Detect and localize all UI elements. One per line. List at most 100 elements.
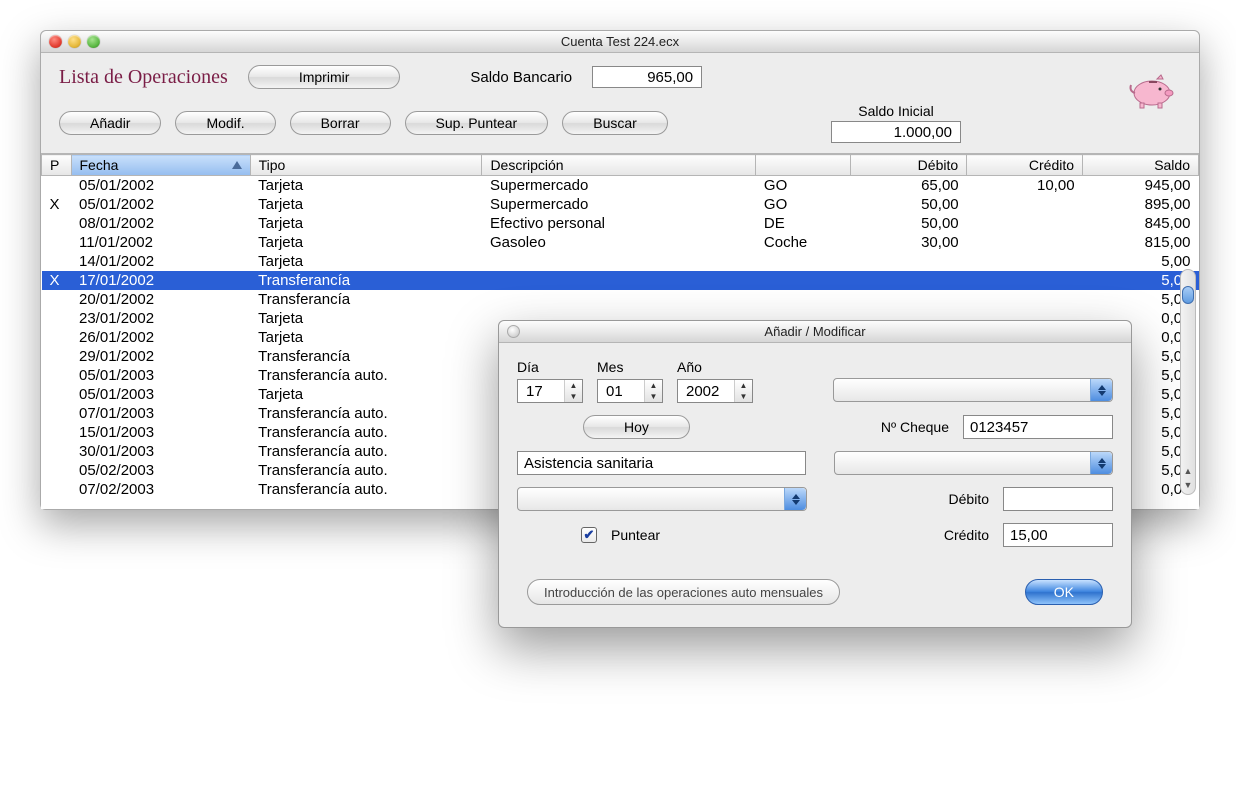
cell-p — [42, 480, 72, 499]
stepper-down-icon[interactable]: ▼ — [735, 391, 752, 402]
type-dropdown[interactable] — [833, 378, 1113, 402]
year-label: Año — [677, 359, 702, 375]
cell-desc: Gasoleo — [482, 233, 756, 252]
cell-tipo: Tarjeta — [250, 233, 482, 252]
vertical-scrollbar[interactable]: ▲ ▼ — [1180, 269, 1196, 495]
table-row[interactable]: 08/01/2002TarjetaEfectivo personalDE50,0… — [42, 214, 1199, 233]
cell-desc: Efectivo personal — [482, 214, 756, 233]
cell-p — [42, 385, 72, 404]
monthly-ops-button[interactable]: Introducción de las operaciones auto men… — [527, 579, 840, 605]
cell-tipo: Tarjeta — [250, 385, 482, 404]
dropdown-arrows-icon — [784, 488, 806, 510]
cell-cat: Coche — [756, 233, 851, 252]
col-saldo[interactable]: Saldo — [1083, 155, 1199, 176]
col-credito[interactable]: Crédito — [967, 155, 1083, 176]
dialog-title: Añadir / Modificar — [499, 324, 1131, 339]
col-descripcion[interactable]: Descripción — [482, 155, 756, 176]
col-cat[interactable] — [756, 155, 851, 176]
cell-p — [42, 347, 72, 366]
cell-fecha: 05/01/2003 — [71, 385, 250, 404]
print-button[interactable]: Imprimir — [248, 65, 401, 89]
table-row[interactable]: 05/01/2002TarjetaSupermercadoGO65,0010,0… — [42, 176, 1199, 196]
col-debito[interactable]: Débito — [851, 155, 967, 176]
cell-fecha: 17/01/2002 — [71, 271, 250, 290]
category-dropdown[interactable] — [834, 451, 1113, 475]
cell-p — [42, 442, 72, 461]
table-row[interactable]: 11/01/2002TarjetaGasoleoCoche30,00815,00 — [42, 233, 1199, 252]
delete-button[interactable]: Borrar — [290, 111, 391, 135]
dialog-titlebar[interactable]: Añadir / Modificar — [499, 321, 1131, 343]
month-label: Mes — [597, 359, 623, 375]
cell-saldo: 945,00 — [1083, 176, 1199, 196]
day-label: Día — [517, 359, 539, 375]
sup-puntear-button[interactable]: Sup. Puntear — [405, 111, 549, 135]
cell-p — [42, 290, 72, 309]
cell-cred — [967, 233, 1083, 252]
modify-button[interactable]: Modif. — [175, 111, 275, 135]
cell-tipo: Transferancía auto. — [250, 366, 482, 385]
debit-input[interactable] — [1003, 487, 1113, 511]
subcategory-dropdown[interactable] — [517, 487, 807, 511]
cell-fecha: 07/02/2003 — [71, 480, 250, 499]
cell-saldo: 815,00 — [1083, 233, 1199, 252]
puntear-checkbox[interactable]: ✔ — [581, 527, 597, 543]
year-stepper[interactable]: ▲▼ — [677, 379, 753, 403]
cell-cred — [967, 214, 1083, 233]
cell-desc: Supermercado — [482, 176, 756, 196]
col-p[interactable]: P — [42, 155, 72, 176]
cell-tipo: Transferancía — [250, 347, 482, 366]
cell-cat: GO — [756, 176, 851, 196]
cell-desc — [482, 290, 756, 309]
month-input[interactable] — [604, 382, 644, 401]
table-row[interactable]: X17/01/2002Transferancía5,00 — [42, 271, 1199, 290]
dialog-close-icon[interactable] — [507, 325, 520, 338]
scroll-up-icon[interactable]: ▲ — [1183, 464, 1193, 478]
piggybank-icon — [1125, 71, 1179, 114]
stepper-up-icon[interactable]: ▲ — [645, 380, 662, 391]
cell-tipo: Transferancía — [250, 271, 482, 290]
today-button[interactable]: Hoy — [583, 415, 690, 439]
table-row[interactable]: X05/01/2002TarjetaSupermercadoGO50,00895… — [42, 195, 1199, 214]
close-icon[interactable] — [49, 35, 62, 48]
stepper-up-icon[interactable]: ▲ — [735, 380, 752, 391]
zoom-icon[interactable] — [87, 35, 100, 48]
minimize-icon[interactable] — [68, 35, 81, 48]
cheque-input[interactable] — [963, 415, 1113, 439]
credit-input[interactable] — [1003, 523, 1113, 547]
day-stepper[interactable]: ▲▼ — [517, 379, 583, 403]
ok-button[interactable]: OK — [1025, 579, 1103, 605]
initial-balance-value[interactable]: 1.000,00 — [831, 121, 961, 143]
cell-cat — [756, 252, 851, 271]
search-button[interactable]: Buscar — [562, 111, 668, 135]
col-fecha[interactable]: Fecha — [71, 155, 250, 176]
add-modify-dialog: Añadir / Modificar Día ▲▼ Mes ▲▼ Año — [498, 320, 1132, 628]
description-input[interactable] — [517, 451, 806, 475]
table-row[interactable]: 14/01/2002Tarjeta5,00 — [42, 252, 1199, 271]
cell-deb: 65,00 — [851, 176, 967, 196]
stepper-down-icon[interactable]: ▼ — [565, 391, 582, 402]
cell-fecha: 29/01/2002 — [71, 347, 250, 366]
cell-cat — [756, 290, 851, 309]
cell-cat — [756, 271, 851, 290]
cell-fecha: 15/01/2003 — [71, 423, 250, 442]
cell-tipo: Tarjeta — [250, 328, 482, 347]
cell-fecha: 20/01/2002 — [71, 290, 250, 309]
year-input[interactable] — [684, 382, 734, 401]
table-row[interactable]: 20/01/2002Transferancía5,00 — [42, 290, 1199, 309]
titlebar[interactable]: Cuenta Test 224.ecx — [41, 31, 1199, 53]
cell-p — [42, 252, 72, 271]
day-input[interactable] — [524, 382, 564, 401]
col-tipo[interactable]: Tipo — [250, 155, 482, 176]
stepper-up-icon[interactable]: ▲ — [565, 380, 582, 391]
puntear-label: Puntear — [611, 527, 660, 543]
cell-p — [42, 423, 72, 442]
bank-balance-value: 965,00 — [592, 66, 702, 88]
scroll-thumb[interactable] — [1182, 286, 1194, 304]
stepper-down-icon[interactable]: ▼ — [645, 391, 662, 402]
cell-fecha: 05/01/2002 — [71, 176, 250, 196]
scroll-down-icon[interactable]: ▼ — [1183, 478, 1193, 492]
month-stepper[interactable]: ▲▼ — [597, 379, 663, 403]
cell-tipo: Tarjeta — [250, 214, 482, 233]
cell-tipo: Tarjeta — [250, 252, 482, 271]
add-button[interactable]: Añadir — [59, 111, 161, 135]
